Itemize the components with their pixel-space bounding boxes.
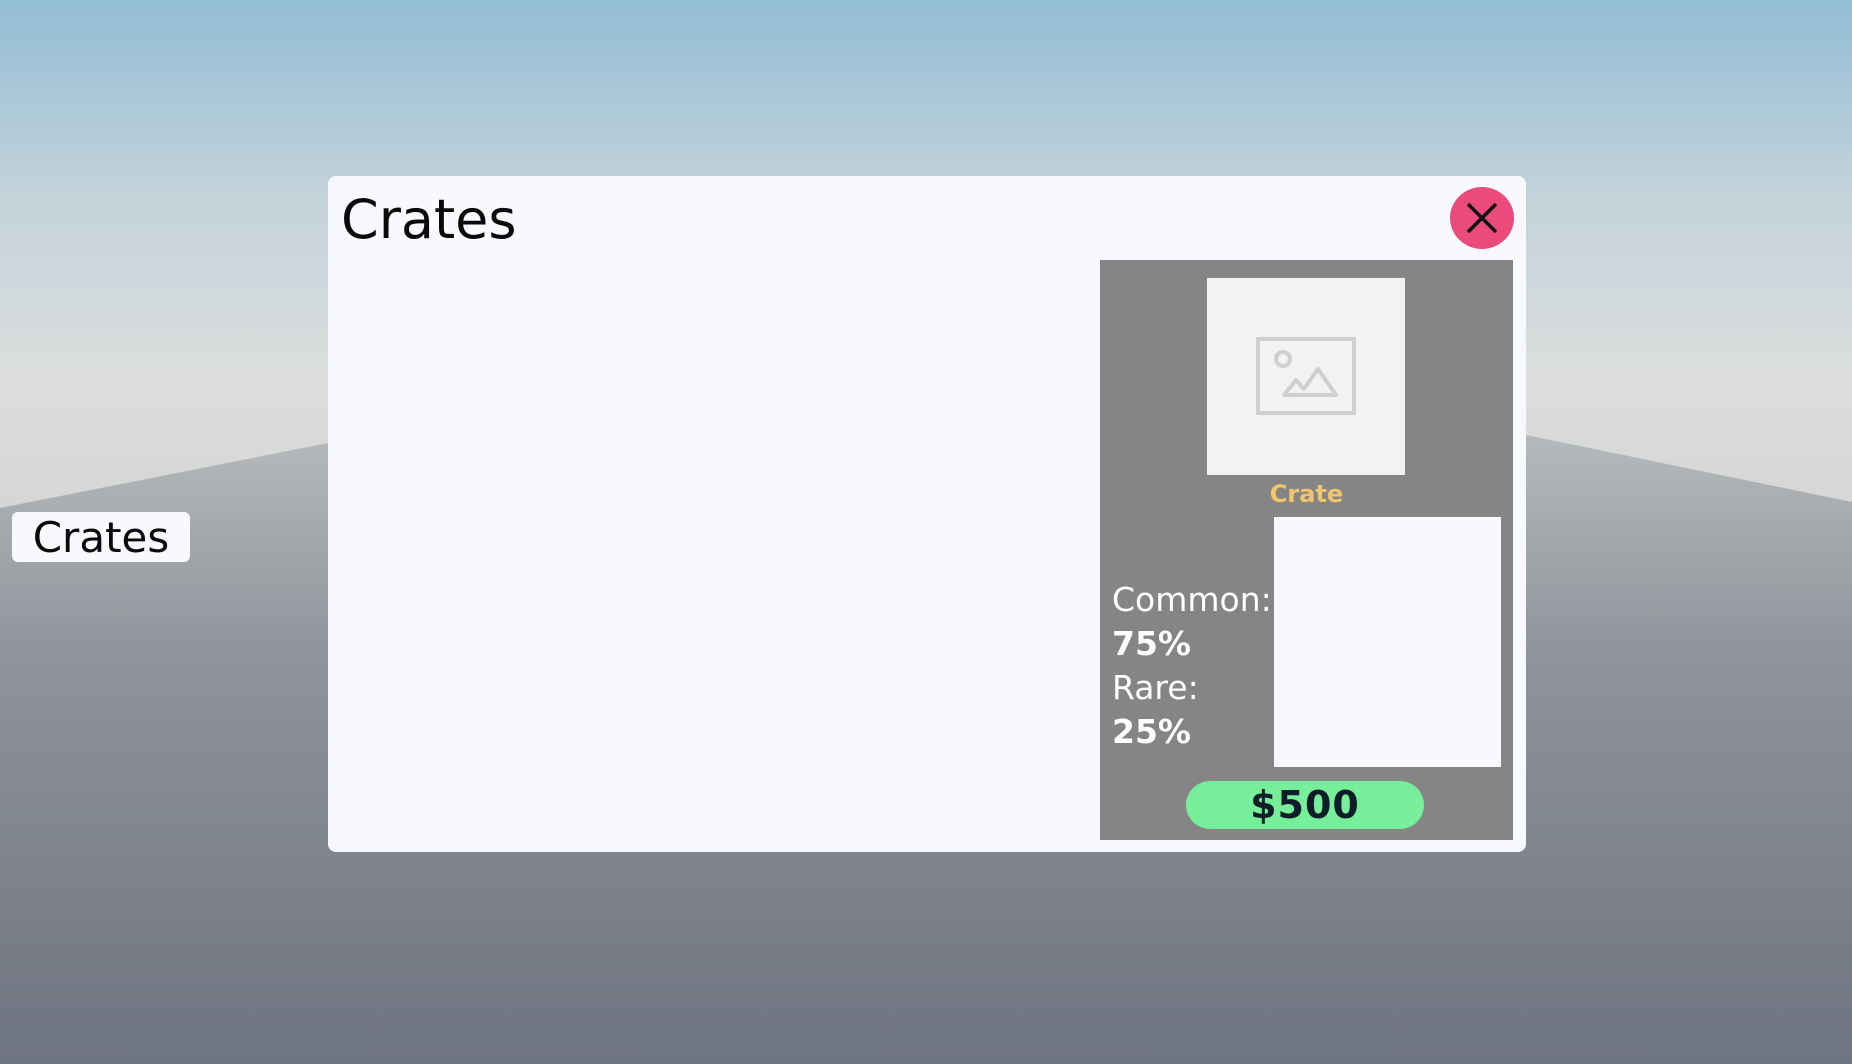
close-button[interactable]	[1450, 187, 1514, 249]
close-icon	[1466, 202, 1498, 234]
crate-name: Crate	[1269, 480, 1344, 508]
odds-rare-value: 25%	[1112, 712, 1191, 751]
odds-common-label: Common:	[1112, 580, 1272, 619]
odds-common-value: 75%	[1112, 624, 1191, 663]
crate-image	[1207, 278, 1405, 475]
price-label: $500	[1250, 783, 1360, 827]
open-crates-button[interactable]: Crates	[12, 512, 190, 562]
crates-window: Crates Crate Common: 75% Rare: 25% $500	[328, 176, 1526, 852]
crate-card[interactable]: Crate Common: 75% Rare: 25% $500	[1100, 260, 1513, 840]
crate-preview-area	[1274, 517, 1501, 767]
odds-rare-label: Rare:	[1112, 668, 1199, 707]
window-title: Crates	[341, 188, 517, 251]
image-placeholder-icon	[1256, 336, 1356, 415]
crate-odds: Common: 75% Rare: 25%	[1112, 578, 1272, 754]
buy-button[interactable]: $500	[1186, 781, 1424, 829]
open-crates-label: Crates	[32, 512, 170, 562]
